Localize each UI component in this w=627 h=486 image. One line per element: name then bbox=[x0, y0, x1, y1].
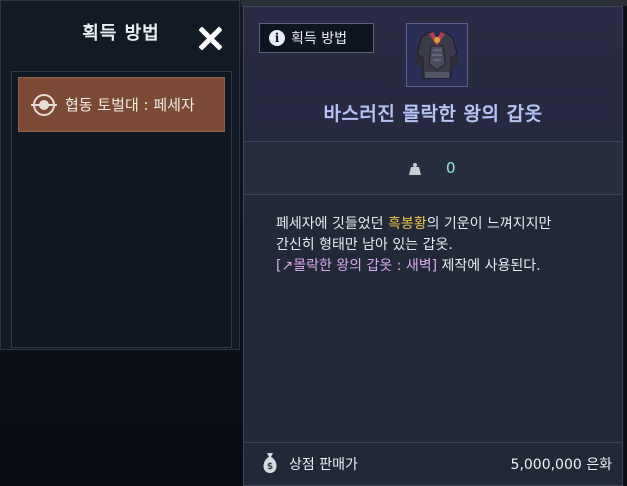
description-text: 페세자에 깃들었던 bbox=[276, 216, 388, 232]
svg-text:$: $ bbox=[267, 462, 273, 472]
shop-price-value: 5,000,000 은화 bbox=[510, 457, 612, 473]
description-text: 간신히 형태만 남아 있는 갑옷. bbox=[276, 237, 453, 253]
description-highlight: 흑봉황 bbox=[387, 216, 427, 232]
info-icon: i bbox=[269, 30, 285, 46]
description-text: 제작에 사용된다. bbox=[437, 258, 541, 274]
weight-icon bbox=[409, 163, 421, 175]
acquisition-panel: 획득 방법 협동 토벌대 : 페세자 bbox=[0, 0, 240, 350]
obtain-method-label: 획득 방법 bbox=[291, 31, 347, 47]
dark-armor-icon bbox=[406, 23, 468, 87]
item-name: 바스러진 몰락한 왕의 갑옷 bbox=[323, 103, 543, 125]
obtain-method-button[interactable]: i 획득 방법 bbox=[259, 23, 374, 53]
shop-price-row: $ 상점 판매가 5,000,000 은화 bbox=[244, 443, 622, 485]
weight-row: 0 bbox=[244, 142, 622, 194]
acquisition-source-label: 협동 토벌대 : 페세자 bbox=[65, 96, 195, 114]
acquisition-source-list: 협동 토벌대 : 페세자 bbox=[11, 71, 232, 348]
raid-emblem-icon bbox=[31, 93, 57, 116]
shop-price-label: 상점 판매가 bbox=[289, 457, 358, 473]
close-icon[interactable] bbox=[197, 25, 223, 51]
item-tooltip: i 획득 방법 바스러진 몰락한 왕의 갑옷 0 페세자에 깃들었던 흑봉황의 … bbox=[243, 6, 623, 486]
description-text: 의 기운이 느껴지지만 bbox=[426, 216, 552, 232]
silver-pouch-icon: $ bbox=[263, 453, 277, 473]
crafting-item-link[interactable]: [↗몰락한 왕의 갑옷 : 새벽] bbox=[276, 258, 437, 274]
weight-value: 0 bbox=[446, 159, 456, 177]
item-header: i 획득 방법 바스러진 몰락한 왕의 갑옷 bbox=[244, 7, 622, 141]
item-description: 페세자에 깃들었던 흑봉황의 기운이 느껴지지만 간신히 형태만 남아 있는 갑… bbox=[276, 214, 611, 277]
divider bbox=[244, 194, 622, 195]
acquisition-source-item[interactable]: 협동 토벌대 : 페세자 bbox=[18, 77, 225, 132]
